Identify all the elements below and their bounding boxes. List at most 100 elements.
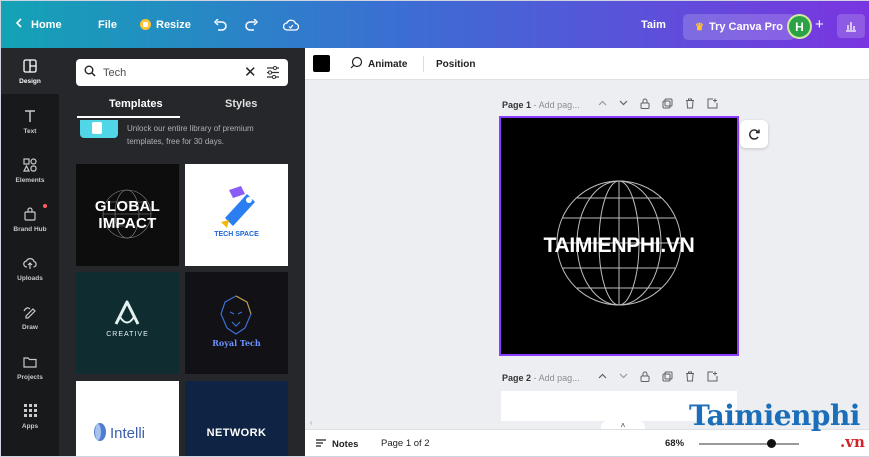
watermark-suffix: .vn xyxy=(840,433,865,451)
redo-icon[interactable] xyxy=(245,1,259,48)
rail-label: Design xyxy=(19,77,41,85)
template-title: NETWORK xyxy=(206,427,267,439)
avatar[interactable]: H xyxy=(787,14,812,39)
resize-label: Resize xyxy=(156,18,191,31)
watermark-logo: Taimienphi .vn xyxy=(665,397,869,456)
filter-icon[interactable] xyxy=(266,65,280,84)
premium-promo-icon xyxy=(80,120,118,138)
template-card-network[interactable]: NETWORK xyxy=(185,381,288,456)
rail-item-text[interactable]: Text xyxy=(1,98,59,144)
rail-item-brand-hub[interactable]: Brand Hub xyxy=(1,196,59,242)
template-title: GLOBAL IMPACT xyxy=(94,198,161,232)
brand-icon xyxy=(22,206,38,222)
rail-label: Draw xyxy=(22,323,38,331)
rail-label: Uploads xyxy=(17,274,43,282)
chevron-down-icon[interactable] xyxy=(619,98,628,112)
upload-icon xyxy=(22,255,38,271)
chevron-up-icon[interactable] xyxy=(598,98,607,112)
template-card-intelli[interactable]: Intelli xyxy=(76,381,179,456)
rail-label: Brand Hub xyxy=(13,225,47,233)
notes-button[interactable]: Notes xyxy=(315,438,358,451)
rail-item-elements[interactable]: Elements xyxy=(1,147,59,193)
user-name[interactable]: Taim xyxy=(641,1,666,48)
apps-icon xyxy=(22,403,38,419)
animate-icon xyxy=(349,56,363,73)
rail-label: Elements xyxy=(15,176,45,184)
rail-item-design[interactable]: Design xyxy=(1,48,59,94)
lock-icon[interactable] xyxy=(640,98,650,112)
template-card-royal-tech[interactable]: Royal Tech xyxy=(185,272,288,374)
page-1-header: Page 1 - Add pag... xyxy=(502,100,580,110)
scroll-left-icon[interactable]: ‹ xyxy=(310,420,410,428)
page-2-label: Page 2 xyxy=(502,373,532,383)
premium-promo-text[interactable]: Unlock our entire library of premium tem… xyxy=(127,122,287,148)
creative-logo-graphic xyxy=(114,300,140,325)
chevron-left-icon xyxy=(15,18,23,31)
color-picker-swatch[interactable] xyxy=(313,55,330,72)
try-pro-label: Try Canva Pro xyxy=(708,21,783,33)
page-2-header: Page 2 - Add pag... xyxy=(502,373,580,383)
template-card-tech-space[interactable]: TECH SPACE xyxy=(185,164,288,266)
cloud-save-icon[interactable] xyxy=(283,1,299,48)
template-title: Intelli xyxy=(110,425,146,442)
rail-label: Projects xyxy=(17,373,43,381)
clear-search-icon[interactable]: ✕ xyxy=(244,63,257,81)
search-box[interactable]: Tech ✕ xyxy=(76,59,288,86)
intelli-logo-graphic xyxy=(94,423,106,441)
top-bar: Home File Resize Taim ♛ Try Canva Pro H … xyxy=(1,1,869,48)
rail-item-uploads[interactable]: Uploads xyxy=(1,245,59,291)
page-2-controls xyxy=(598,371,718,385)
template-card-global-impact[interactable]: GLOBAL IMPACT xyxy=(76,164,179,266)
duplicate-icon[interactable] xyxy=(662,371,673,385)
insights-icon[interactable] xyxy=(837,14,865,38)
page-1-label: Page 1 xyxy=(502,100,532,110)
design-canvas-page-1[interactable]: TAIMIENPHI.VN xyxy=(499,116,739,356)
duplicate-icon[interactable] xyxy=(662,98,673,112)
rocket-graphic xyxy=(221,186,255,228)
notification-dot xyxy=(43,204,47,208)
search-icon xyxy=(84,64,96,82)
page-count[interactable]: Page 1 of 2 xyxy=(381,438,430,449)
add-page-icon[interactable] xyxy=(707,371,718,385)
tab-templates[interactable]: Templates xyxy=(109,98,163,110)
template-title: Royal Tech xyxy=(212,338,261,348)
chevron-down-icon[interactable] xyxy=(619,371,628,385)
folder-icon xyxy=(22,354,38,370)
editor-toolbar: Animate Position xyxy=(305,48,869,80)
animate-label: Animate xyxy=(368,58,408,70)
rail-item-apps[interactable]: Apps xyxy=(1,393,59,439)
chevron-up-icon[interactable] xyxy=(598,371,607,385)
crown-icon: ♛ xyxy=(695,21,704,33)
shapes-icon xyxy=(22,157,38,173)
tab-styles[interactable]: Styles xyxy=(225,98,257,110)
template-title: CREATIVE xyxy=(106,331,149,338)
side-rail: Design Text Elements Brand Hub Uploads D… xyxy=(1,48,59,456)
templates-panel: Tech ✕ Templates Styles Unlock our entir… xyxy=(59,48,305,456)
add-page-icon[interactable] xyxy=(707,98,718,112)
file-menu[interactable]: File xyxy=(98,1,117,48)
toolbar-divider xyxy=(423,56,424,72)
search-input[interactable]: Tech xyxy=(103,67,126,79)
try-canva-pro-button[interactable]: ♛ Try Canva Pro xyxy=(683,14,795,40)
animate-button[interactable]: Animate xyxy=(349,48,407,80)
resize-button[interactable]: Resize xyxy=(140,1,191,48)
rail-item-draw[interactable]: Draw xyxy=(1,294,59,340)
position-button[interactable]: Position xyxy=(436,48,475,80)
page-1-title-input[interactable]: Add pag... xyxy=(539,100,580,110)
trash-icon[interactable] xyxy=(685,98,695,112)
lock-icon[interactable] xyxy=(640,371,650,385)
home-label: Home xyxy=(31,18,62,31)
page-2-title-input[interactable]: Add pag... xyxy=(539,373,580,383)
rail-item-projects[interactable]: Projects xyxy=(1,344,59,390)
home-button[interactable]: Home xyxy=(15,1,62,48)
template-card-creative[interactable]: CREATIVE xyxy=(76,272,179,374)
text-icon xyxy=(22,108,38,124)
canvas-brand-text[interactable]: TAIMIENPHI.VN xyxy=(501,234,737,258)
undo-icon[interactable] xyxy=(213,1,227,48)
rail-label: Apps xyxy=(21,422,39,430)
layout-icon xyxy=(22,58,38,74)
refresh-icon[interactable] xyxy=(740,120,768,148)
canva-editor-window: Home File Resize Taim ♛ Try Canva Pro H … xyxy=(0,0,870,457)
trash-icon[interactable] xyxy=(685,371,695,385)
add-member-icon[interactable]: + xyxy=(815,1,824,48)
